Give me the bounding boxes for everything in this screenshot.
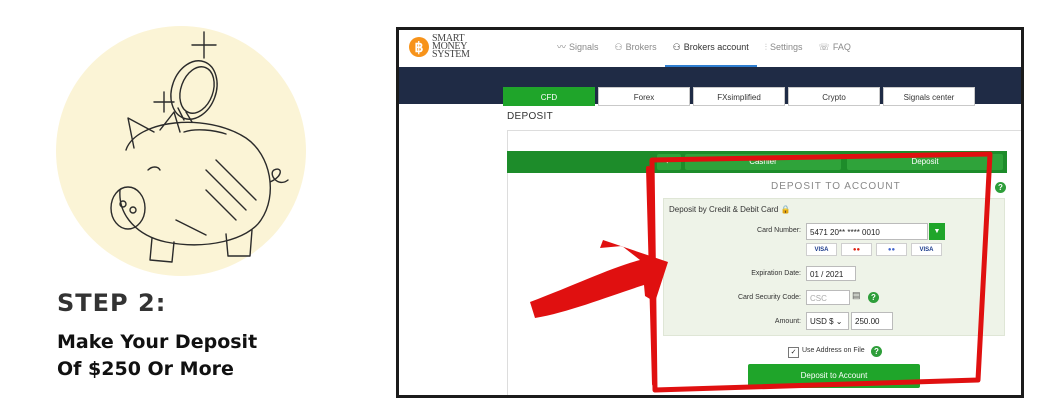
nav-item-signals[interactable]: 〰 Signals	[549, 30, 607, 65]
chart-line-icon: 〰	[557, 42, 567, 52]
help-icon[interactable]: ?	[995, 182, 1006, 193]
deposit-to-account-button[interactable]: Deposit to Account	[748, 364, 920, 388]
csc-field[interactable]: CSC	[806, 290, 850, 305]
tab-cfd[interactable]: CFD	[503, 87, 595, 106]
tab-forex[interactable]: Forex	[598, 87, 690, 106]
use-address-label: Use Address on File	[802, 347, 865, 354]
step-description-line-1: Make Your Deposit	[57, 331, 258, 353]
panel-title: Deposit by Credit & Debit Card 🔒	[669, 205, 791, 214]
logo-line-3: SYSTEM	[432, 49, 470, 60]
market-tabs: CFD Forex FXsimplified Crypto Signals ce…	[503, 87, 978, 106]
card-brand-logos: VISA ●● ●● VISA	[806, 243, 946, 256]
card-number-field[interactable]: 5471 20** **** 0010	[806, 223, 928, 240]
csc-help-icon[interactable]: ?	[868, 292, 879, 303]
deposit-tab-label: Deposit	[911, 157, 939, 166]
nav-item-faq[interactable]: ☏ FAQ	[811, 30, 859, 65]
app-screenshot-frame: ฿ SMART MONEY SYSTEM 〰 Signals ⚇ Brokers ⚇…	[396, 27, 1024, 398]
step-description: Make Your Deposit Of $250 Or More	[57, 329, 317, 383]
expiration-label: Expiration Date:	[751, 270, 801, 277]
currency-select[interactable]: USD $ ⌄	[806, 312, 849, 330]
card-number-value: 5471 20** **** 0010	[810, 228, 880, 237]
visa-electron-logo: VISA	[911, 243, 942, 256]
deposit-tab-button[interactable]: Deposit	[847, 154, 1003, 170]
nav-label: FAQ	[832, 42, 851, 52]
nav-item-brokers[interactable]: ⚇ Brokers	[607, 30, 665, 65]
nav-menu: 〰 Signals ⚇ Brokers ⚇ Brokers account ⫶ Sett…	[549, 30, 859, 67]
user-icon: ⚇	[614, 42, 623, 52]
nav-label: Settings	[770, 42, 803, 52]
step-title: STEP 2:	[57, 289, 167, 317]
nav-item-brokers-account[interactable]: ⚇ Brokers account	[664, 30, 757, 67]
currency-value: USD $	[810, 317, 834, 326]
csc-placeholder: CSC	[810, 294, 827, 303]
chat-icon: ☏	[818, 42, 830, 52]
top-navigation-bar: ฿ SMART MONEY SYSTEM 〰 Signals ⚇ Brokers ⚇…	[399, 30, 1021, 67]
lock-icon: 🔒	[780, 205, 791, 214]
amount-value: 250.00	[855, 317, 880, 326]
expiration-value: 01 / 2021	[810, 270, 844, 279]
nav-label: Brokers	[625, 42, 657, 52]
amount-field[interactable]: 250.00	[851, 312, 893, 330]
back-button[interactable]: ↵	[657, 154, 681, 170]
chevron-down-icon: ⌄	[835, 317, 843, 326]
cashier-toolbar: ↵ Cashier Deposit	[507, 151, 1007, 173]
card-select-dropdown-button[interactable]: ▼	[929, 223, 945, 240]
address-help-icon[interactable]: ?	[871, 346, 882, 357]
nav-label: Signals	[569, 42, 599, 52]
deposit-title: DEPOSIT TO ACCOUNT	[771, 181, 901, 192]
nav-label: Brokers account	[683, 42, 749, 52]
cashier-button[interactable]: Cashier	[685, 154, 841, 170]
visa-logo: VISA	[806, 243, 837, 256]
user-icon: ⚇	[672, 42, 681, 52]
card-number-label: Card Number:	[757, 227, 801, 234]
use-address-checkbox[interactable]: ✓	[788, 347, 799, 358]
mastercard-logo: ●●	[841, 243, 872, 256]
step-description-line-2: Of $250 Or More	[57, 358, 234, 380]
logo-text: SMART MONEY SYSTEM	[432, 34, 470, 60]
csc-label: Card Security Code:	[737, 294, 801, 301]
section-label: DEPOSIT	[507, 111, 553, 122]
tab-crypto[interactable]: Crypto	[788, 87, 880, 106]
nav-item-settings[interactable]: ⫶ Settings	[757, 30, 811, 65]
sliders-icon: ⫶	[764, 42, 768, 52]
tab-signals-center[interactable]: Signals center	[883, 87, 975, 106]
maestro-logo: ●●	[876, 243, 907, 256]
panel-title-text: Deposit by Credit & Debit Card	[669, 205, 779, 214]
card-back-icon: ▤	[852, 290, 861, 300]
tab-fxsimplified[interactable]: FXsimplified	[693, 87, 785, 106]
cashier-label: Cashier	[749, 157, 777, 166]
amount-label: Amount:	[774, 318, 801, 325]
piggy-bank-coin-illustration	[110, 31, 289, 263]
expiration-field[interactable]: 01 / 2021	[806, 266, 856, 281]
bitcoin-logo-icon: ฿	[409, 37, 429, 57]
